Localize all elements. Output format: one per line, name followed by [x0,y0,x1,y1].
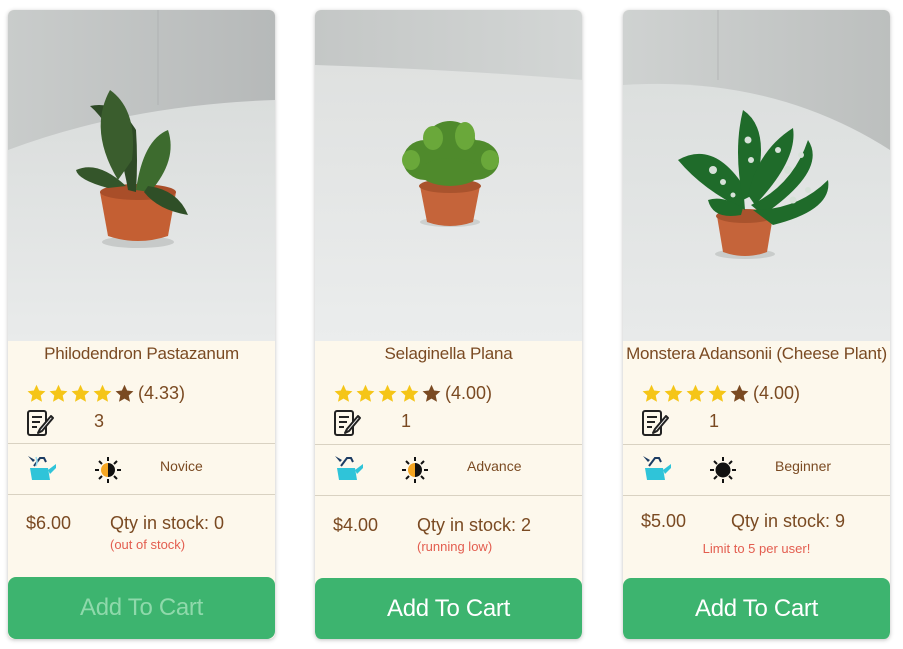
care-level: Beginner [775,458,832,474]
qty-in-stock: Qty in stock: 0 [110,513,225,533]
star-dark-icon [422,384,441,402]
product-photo[interactable] [315,10,582,341]
star-icon [334,384,353,402]
star-icon [708,384,727,402]
star-icon [664,384,683,402]
partial-sun-icon [402,457,428,483]
reviews-count: 1 [401,411,412,431]
rating: (4.00) [641,381,800,405]
care-level: Novice [160,458,203,474]
reviews-count: 1 [709,411,720,431]
divider [8,443,275,444]
star-icon [642,384,661,402]
star-icon [686,384,705,402]
product-name[interactable]: Selaginella Plana [315,344,582,364]
star-icon [49,384,68,402]
reviews-icon[interactable] [640,408,670,438]
rating: (4.00) [333,381,492,405]
divider [623,495,890,496]
product-card: Philodendron Pastazanum (4.33) 3 Novice [8,10,275,639]
star-icon [71,384,90,402]
star-icon [378,384,397,402]
product-name[interactable]: Monstera Adansonii (Cheese Plant) [623,344,890,364]
star-icon [356,384,375,402]
stock-note: (out of stock) [110,537,186,552]
product-name[interactable]: Philodendron Pastazanum [8,344,275,364]
star-icon [400,384,419,402]
star-icon [93,384,112,402]
product-photo[interactable] [623,10,890,341]
add-to-cart-button[interactable]: Add To Cart [315,578,582,639]
rating-value: (4.33) [138,382,186,403]
reviews-icon[interactable] [332,408,362,438]
full-sun-icon [710,457,736,483]
star-dark-icon [730,384,749,402]
divider [623,444,890,445]
partial-sun-icon [95,457,121,483]
product-card: Selaginella Plana (4.00) 1 Advance $4.00 [315,10,582,639]
watering-can-icon [643,456,671,480]
divider [315,495,582,496]
reviews-count: 3 [94,411,105,431]
qty-in-stock: Qty in stock: 9 [731,511,846,531]
stock-note: (running low) [417,539,493,554]
price: $4.00 [333,515,379,535]
rating-value: (4.00) [753,382,801,403]
price: $6.00 [26,513,72,533]
divider [8,494,275,495]
add-to-cart-button[interactable]: Add To Cart [8,577,275,639]
watering-can-icon [335,456,363,480]
care-level: Advance [467,458,522,474]
product-card: Monstera Adansonii (Cheese Plant) (4.00)… [623,10,890,639]
rating: (4.33) [26,381,185,405]
star-dark-icon [115,384,134,402]
divider [315,444,582,445]
rating-value: (4.00) [445,382,493,403]
price: $5.00 [641,511,687,531]
qty-in-stock: Qty in stock: 2 [417,515,532,535]
reviews-icon[interactable] [25,408,55,438]
add-to-cart-button[interactable]: Add To Cart [623,578,890,639]
watering-can-icon [28,456,56,480]
star-icon [27,384,46,402]
purchase-limit-note: Limit to 5 per user! [702,541,811,556]
product-photo[interactable] [8,10,275,341]
